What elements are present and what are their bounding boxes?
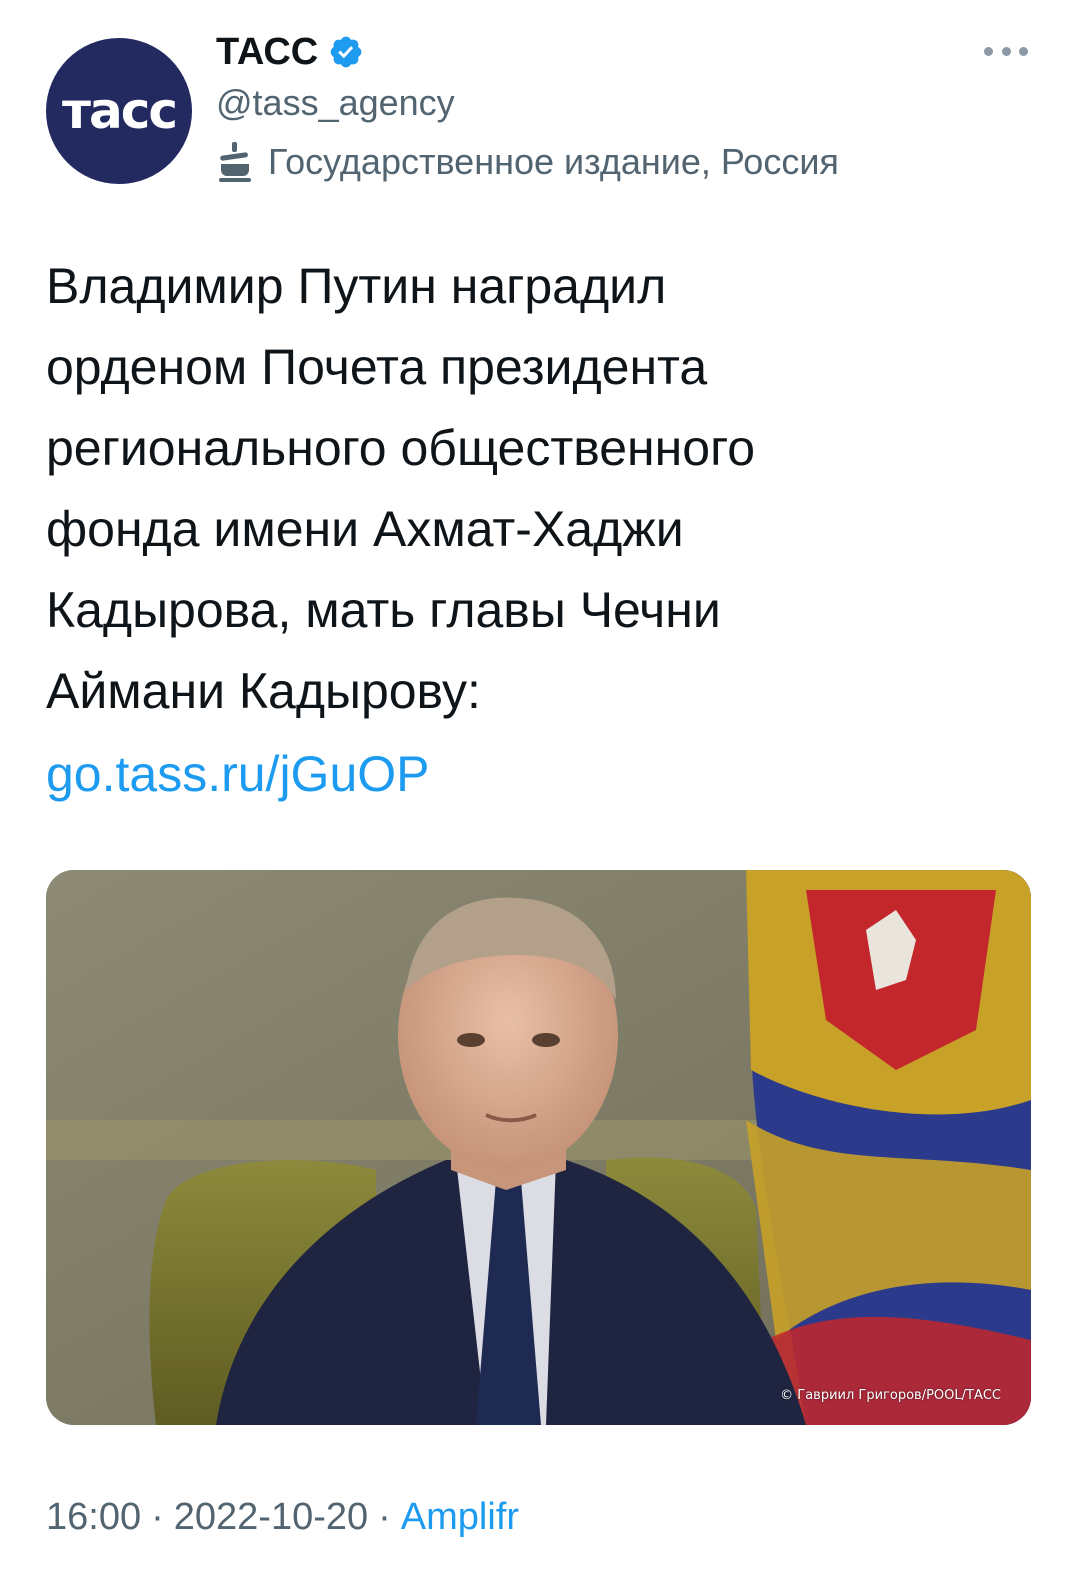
state-media-icon: [219, 142, 251, 182]
more-options-icon[interactable]: [984, 36, 1028, 66]
tweet-meta: 16:00 · 2022-10-20 · Amplifr: [46, 1496, 519, 1539]
tweet-time[interactable]: 16:00: [46, 1496, 141, 1539]
avatar[interactable]: тасс: [46, 38, 192, 184]
photo-illustration: [46, 870, 1031, 1425]
tweet-text: Владимир Путин наградил орденом Почета п…: [46, 258, 756, 719]
state-media-label-text: Государственное издание, Россия: [268, 141, 839, 182]
tweet-source[interactable]: Amplifr: [401, 1496, 519, 1539]
state-media-label[interactable]: Государственное издание, Россия: [216, 140, 839, 184]
author-name-row[interactable]: ТАСС: [216, 24, 364, 80]
more-dot: [1001, 46, 1011, 56]
photo-credit: © Гавриил Григоров/POOL/ТАСС: [780, 1388, 1001, 1403]
tweet[interactable]: тасс ТАСС @tass_agency Государственное и…: [0, 0, 1079, 1572]
meta-separator: ·: [378, 1496, 391, 1538]
tweet-date[interactable]: 2022-10-20: [174, 1496, 368, 1539]
tweet-link[interactable]: go.tass.ru/jGuOP: [46, 734, 430, 815]
more-dot: [1019, 46, 1028, 56]
more-dot: [984, 46, 993, 56]
verified-badge-icon: [330, 36, 362, 68]
display-name[interactable]: ТАСС: [216, 31, 318, 74]
handle[interactable]: @tass_agency: [216, 82, 455, 124]
avatar-logo-text: тасс: [62, 82, 178, 140]
tweet-photo[interactable]: © Гавриил Григоров/POOL/ТАСС: [46, 870, 1031, 1425]
meta-separator: ·: [151, 1496, 164, 1538]
